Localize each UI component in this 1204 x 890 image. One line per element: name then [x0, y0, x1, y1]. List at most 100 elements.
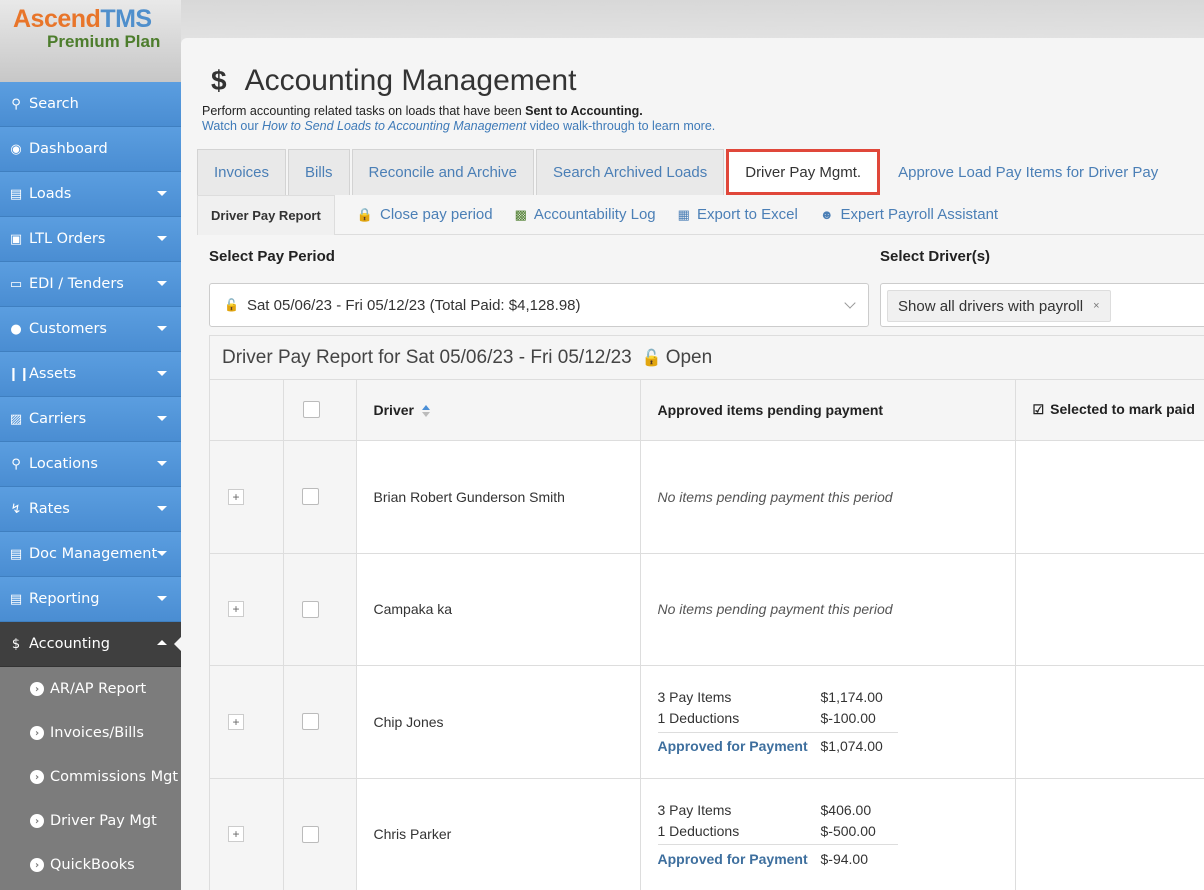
- expand-icon[interactable]: +: [228, 713, 244, 730]
- expand-icon[interactable]: +: [228, 601, 244, 617]
- sidebar-item-edi-tenders[interactable]: ▭ EDI / Tenders: [0, 262, 181, 307]
- export-excel-label: Export to Excel: [696, 206, 798, 223]
- sidebar-item-label: Loads: [29, 186, 72, 202]
- sidebar-item-label: Customers: [29, 321, 107, 337]
- caret-down-icon: [157, 461, 167, 466]
- row-checkbox[interactable]: [301, 600, 319, 618]
- pay-summary: 3 Pay Items $1,174.00 1 Deductions $-100.0…: [657, 687, 1015, 757]
- close-pay-period-button[interactable]: 🔒 Close pay period: [357, 206, 493, 223]
- sidebar-item-reporting[interactable]: ▤ Reporting: [0, 577, 181, 622]
- bolt-icon: ↯: [10, 501, 22, 517]
- sidebar-item-ltl-orders[interactable]: ▣ LTL Orders: [0, 217, 181, 262]
- tab-reconcile-archive[interactable]: Reconcile and Archive: [351, 149, 534, 195]
- expand-cell: +: [210, 778, 284, 890]
- select-cell: [283, 440, 357, 554]
- sidebar-item-customers[interactable]: ● Customers: [0, 307, 181, 352]
- file-icon: ▤: [9, 546, 23, 562]
- briefcase-icon: ▩: [514, 206, 527, 222]
- expand-cell: +: [210, 553, 284, 666]
- sidebar-item-label: EDI / Tenders: [29, 276, 124, 292]
- payroll-assistant-button[interactable]: ☻ Expert Payroll Assistant: [820, 206, 998, 223]
- sidebar-item-rates[interactable]: ↯ Rates: [0, 487, 181, 532]
- dollar-icon: $: [211, 65, 227, 96]
- expand-icon[interactable]: +: [228, 488, 244, 505]
- accountability-log-label: Accountability Log: [533, 206, 656, 223]
- sidebar-subitem-invoices-bills[interactable]: › Invoices/Bills: [0, 711, 181, 755]
- sidebar-item-accounting[interactable]: $ Accounting: [0, 622, 182, 667]
- sidebar-subitem-quickbooks[interactable]: › QuickBooks: [0, 843, 181, 887]
- dashboard-icon: ◉: [10, 141, 22, 157]
- table-row: + Chip Jones 3 Pay Items $1,174.00 1 Dedu…: [210, 665, 1204, 779]
- tab-search-archived-loads[interactable]: Search Archived Loads: [535, 149, 725, 195]
- report-header: Driver Pay Report for Sat 05/06/23 - Fri…: [210, 336, 1204, 380]
- chevron-circle-right-icon: ›: [30, 770, 44, 784]
- caret-up-icon: [157, 640, 167, 645]
- sidebar-item-search[interactable]: ⚲ Search: [0, 82, 181, 127]
- tab-driver-pay-mgmt[interactable]: Driver Pay Mgmt.: [726, 149, 881, 195]
- pending-column-header: Approved items pending payment: [640, 380, 1016, 441]
- caret-down-icon: [157, 371, 167, 376]
- sidebar-item-label: Reporting: [29, 591, 100, 607]
- caret-down-icon: [157, 191, 167, 196]
- caret-down-icon: [157, 236, 167, 241]
- chevron-circle-right-icon: ›: [30, 858, 44, 872]
- row-checkbox[interactable]: [301, 825, 319, 843]
- pay-summary: 3 Pay Items $406.00 1 Deductions $-500.00 …: [657, 799, 1015, 869]
- tab-bills[interactable]: Bills: [288, 149, 350, 195]
- help-suffix: video walk-through to learn more.: [526, 119, 716, 133]
- expand-cell: +: [210, 440, 284, 554]
- approved-amount: $1,074.00: [820, 738, 883, 754]
- divider: [657, 731, 898, 733]
- expand-cell: +: [210, 665, 284, 779]
- table-header-row: Driver Approved items pending payment ☑ S…: [210, 380, 1204, 441]
- unlock-icon: 🔓: [224, 298, 239, 312]
- report-status-label: Open: [665, 346, 713, 368]
- row-checkbox[interactable]: [301, 488, 319, 505]
- tab-invoices[interactable]: Invoices: [197, 149, 287, 195]
- sidebar-subitem-commissions-mgt[interactable]: › Commissions Mgt: [0, 755, 181, 799]
- pay-items-count: 3 Pay Items: [657, 801, 732, 818]
- drivers-select[interactable]: Show all drivers with payroll ×: [880, 283, 1204, 327]
- driver-filter-tag-label: Show all drivers with payroll: [898, 297, 1084, 315]
- main-content: $ Accounting Management Perform accountin…: [181, 38, 1204, 890]
- logo[interactable]: AscendTMS Premium Plan: [0, 0, 181, 82]
- file-text-icon: ▤: [9, 591, 23, 607]
- sidebar-item-assets[interactable]: ❙❙ Assets: [0, 352, 181, 397]
- cubes-icon: ▣: [9, 231, 23, 247]
- subtitle-bold: Sent to Accounting.: [525, 104, 643, 118]
- sidebar-subitem-label: AR/AP Report: [50, 681, 147, 697]
- driver-pay-report: Driver Pay Report for Sat 05/06/23 - Fri…: [209, 335, 1204, 890]
- driver-filter-tag[interactable]: Show all drivers with payroll ×: [887, 290, 1111, 322]
- caret-down-icon: [157, 326, 167, 331]
- sidebar-subitem-driver-pay-mgt[interactable]: › Driver Pay Mgt: [0, 799, 181, 843]
- page-title-text: Accounting Management: [244, 64, 577, 97]
- tab-approve-load-pay-items[interactable]: Approve Load Pay Items for Driver Pay: [882, 149, 1174, 195]
- sidebar-item-locations[interactable]: ⚲ Locations: [0, 442, 181, 487]
- driver-pay-table: Driver Approved items pending payment ☑ S…: [210, 380, 1204, 890]
- help-link[interactable]: Watch our How to Send Loads to Accountin…: [202, 119, 715, 133]
- sort-icon[interactable]: [421, 405, 430, 418]
- sidebar-item-label: Accounting: [29, 636, 110, 652]
- export-excel-button[interactable]: ▦ Export to Excel: [678, 206, 798, 223]
- select-column-header: [283, 380, 357, 441]
- accountability-log-button[interactable]: ▩ Accountability Log: [515, 206, 656, 223]
- sidebar-subitem-ar-ap-report[interactable]: › AR/AP Report: [0, 667, 181, 711]
- sidebar-item-doc-management[interactable]: ▤ Doc Management: [0, 532, 181, 577]
- expand-icon[interactable]: +: [228, 826, 244, 842]
- sidebar-item-dashboard[interactable]: ◉ Dashboard: [0, 127, 181, 172]
- caret-down-icon: [157, 416, 167, 421]
- sidebar-subitem-label: Driver Pay Mgt: [50, 813, 157, 829]
- select-cell: [283, 665, 357, 779]
- pay-period-label: Select Pay Period: [209, 248, 335, 265]
- sidebar-item-loads[interactable]: ▤ Loads: [0, 172, 181, 217]
- report-title: Driver Pay Report for Sat 05/06/23 - Fri…: [222, 346, 632, 368]
- tab-driver-pay-report[interactable]: Driver Pay Report: [197, 194, 335, 235]
- row-checkbox[interactable]: [301, 713, 319, 730]
- expand-column-header: [210, 380, 284, 441]
- remove-tag-icon[interactable]: ×: [1093, 300, 1099, 312]
- sidebar-item-carriers[interactable]: ▨ Carriers: [0, 397, 181, 442]
- select-all-checkbox[interactable]: [302, 401, 320, 419]
- pay-items-count: 3 Pay Items: [657, 689, 732, 705]
- pay-period-select[interactable]: 🔓 Sat 05/06/23 - Fri 05/12/23 (Total Pai…: [209, 283, 869, 327]
- driver-column-header[interactable]: Driver: [356, 380, 641, 441]
